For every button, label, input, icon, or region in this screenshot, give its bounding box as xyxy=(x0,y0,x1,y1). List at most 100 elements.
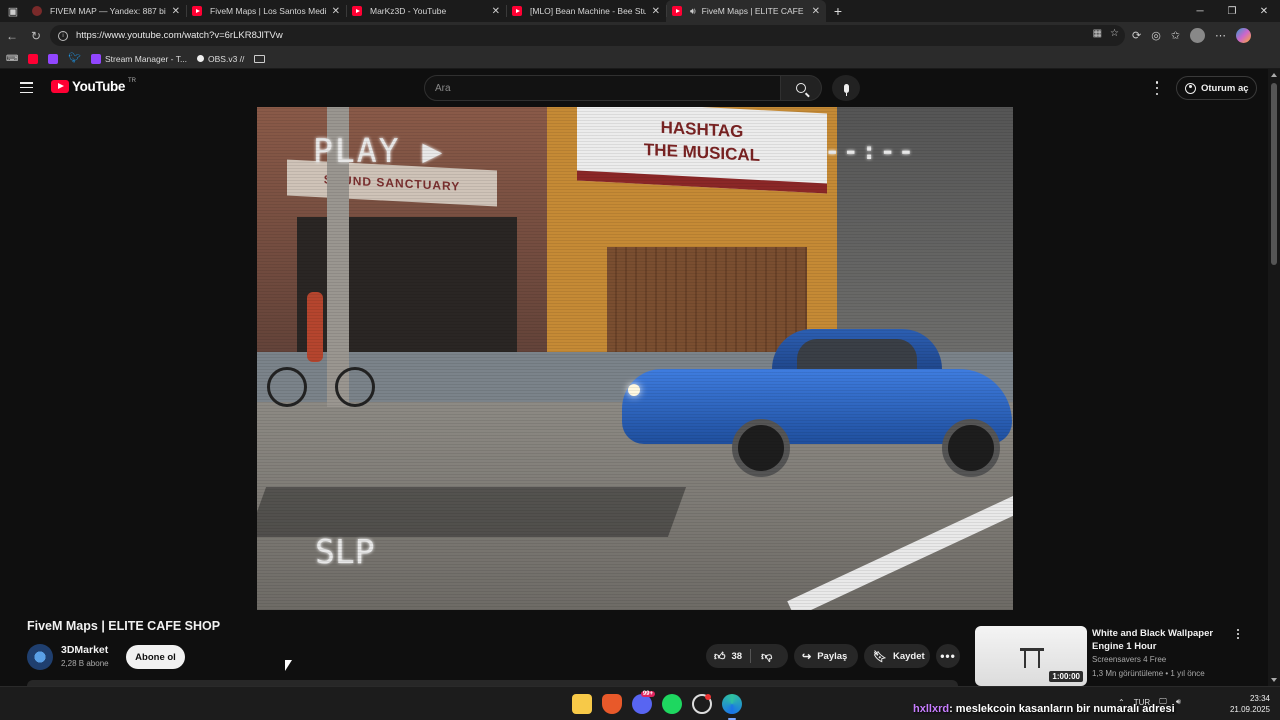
subscriber-count: 2,28 B abone xyxy=(61,659,109,668)
yandex-favicon-icon xyxy=(32,6,42,16)
bookmark-folder[interactable] xyxy=(254,54,266,63)
network-icon[interactable]: 🖵︎ xyxy=(1159,697,1167,707)
scroll-thumb[interactable] xyxy=(1271,83,1277,265)
bookmark-gamepad[interactable]: ⌨︎ xyxy=(6,53,18,64)
system-clock[interactable]: 23:34 21.09.2025 xyxy=(1228,693,1270,715)
car-wheel xyxy=(732,419,790,477)
like-dislike-group: 👍︎ 38 👎︎ xyxy=(706,644,788,668)
video-title: FiveM Maps | ELITE CAFE SHOP xyxy=(27,619,221,633)
car-window xyxy=(797,339,917,369)
tab-actions-icon[interactable]: ▣ xyxy=(0,0,26,22)
dislike-icon[interactable]: 👎︎ xyxy=(761,650,772,663)
menu-icon[interactable] xyxy=(20,82,33,93)
recommended-video-meta: 1,3 Mn görüntüleme • 1 yıl önce xyxy=(1092,669,1205,678)
reload-icon[interactable]: ↻ xyxy=(24,25,48,47)
page-scrollbar[interactable] xyxy=(1268,69,1280,686)
favorites-icon[interactable]: ✩ xyxy=(1171,29,1180,42)
recommended-video-menu-icon[interactable] xyxy=(1235,629,1241,639)
settings-more-icon[interactable]: ⋯ xyxy=(1215,29,1226,42)
url-field[interactable]: i https://www.youtube.com/watch?v=6rLKR8… xyxy=(50,25,1125,46)
profile-avatar[interactable] xyxy=(1190,28,1206,43)
close-window-icon[interactable]: ✕ xyxy=(1248,0,1280,22)
window-controls: ─ ❐ ✕ xyxy=(1184,0,1280,22)
new-tab-button[interactable]: + xyxy=(826,0,850,22)
youtube-icon xyxy=(28,53,39,64)
browser-tab-strip: ▣ FIVEM MAP — Yandex: 887 bin sonuç ✕ Fi… xyxy=(0,0,1280,22)
twitch-icon xyxy=(48,53,59,64)
restore-icon[interactable]: ❐ xyxy=(1216,0,1248,22)
close-icon[interactable]: ✕ xyxy=(332,6,340,17)
extensions-icon[interactable]: ⟳ xyxy=(1132,29,1141,42)
scroll-down-icon[interactable] xyxy=(1271,678,1277,682)
sign-in-button[interactable]: Oturum aç xyxy=(1176,76,1257,100)
torii-pillar xyxy=(1038,651,1040,668)
recommended-video-title[interactable]: White and Black Wallpaper Engine 1 Hour xyxy=(1092,627,1222,653)
chrome-dev-icon[interactable] xyxy=(692,694,712,714)
bookmark-twitch[interactable] xyxy=(48,53,59,64)
youtube-logo[interactable]: YouTube TR xyxy=(51,77,136,94)
copilot-icon[interactable] xyxy=(1236,28,1252,43)
back-icon[interactable]: ← xyxy=(0,25,24,47)
close-icon[interactable]: ✕ xyxy=(492,6,500,17)
share-button[interactable]: ↪ Paylaş xyxy=(794,644,858,668)
edge-icon[interactable] xyxy=(722,694,742,720)
settings-kebab-icon[interactable] xyxy=(1152,81,1162,95)
input-language[interactable]: TUR xyxy=(1134,698,1150,707)
site-info-icon[interactable]: i xyxy=(58,30,68,41)
youtube-logo-text: YouTube xyxy=(72,79,125,94)
like-icon[interactable]: 👍︎ xyxy=(714,650,726,663)
like-count[interactable]: 38 xyxy=(732,651,743,662)
search-button[interactable] xyxy=(781,75,822,101)
country-code: TR xyxy=(127,77,136,84)
youtube-masthead: YouTube TR Oturum aç xyxy=(0,69,1268,107)
blue-car xyxy=(622,329,1012,477)
tab-title: FiveM Maps | ELITE CAFE SHOP xyxy=(701,6,806,16)
recommended-video-thumbnail[interactable]: 1:00:00 xyxy=(975,626,1087,686)
tray-chevron-icon[interactable]: ⌃ xyxy=(1118,698,1125,707)
brave-icon[interactable] xyxy=(602,694,622,714)
omnibox-actions: ▦ ☆ xyxy=(1093,28,1119,39)
search-input[interactable] xyxy=(435,82,780,94)
bookmark-youtube[interactable] xyxy=(28,53,39,64)
chat-username: hxllxrd xyxy=(913,703,950,715)
speaker-icon[interactable]: 🔊︎ xyxy=(690,6,696,17)
car-wheel xyxy=(942,419,1000,477)
spotify-icon[interactable] xyxy=(662,694,682,714)
more-actions-button[interactable]: ••• xyxy=(936,644,960,668)
subscribe-button[interactable]: Abone ol xyxy=(126,645,185,669)
bookmark-stream-manager[interactable]: Stream Manager - T... xyxy=(90,53,187,64)
channel-name[interactable]: 3DMarket xyxy=(61,644,108,656)
address-bar: ← ↻ i https://www.youtube.com/watch?v=6r… xyxy=(0,22,1280,49)
close-icon[interactable]: ✕ xyxy=(652,6,660,17)
scroll-up-icon[interactable] xyxy=(1271,73,1277,77)
screen: ▣ FIVEM MAP — Yandex: 887 bin sonuç ✕ Fi… xyxy=(0,0,1280,720)
bicycle xyxy=(267,357,377,407)
video-player[interactable]: SOUND SANCTUARY HASHTAG THE MUSICAL PLAY… xyxy=(257,107,1013,610)
channel-avatar[interactable] xyxy=(27,644,53,670)
start-icon[interactable] xyxy=(542,694,562,714)
reader-mode-icon[interactable]: ▦ xyxy=(1093,28,1102,39)
twitch-icon xyxy=(90,53,101,64)
save-button[interactable]: 🔖︎ Kaydet xyxy=(864,644,930,668)
bookmark-twitter[interactable]: 🐦︎ xyxy=(68,53,81,64)
favorite-star-icon[interactable]: ☆ xyxy=(1110,28,1119,39)
marquee-line-2: THE MUSICAL xyxy=(643,139,761,166)
browser-essentials-icon[interactable]: ◎ xyxy=(1151,29,1161,42)
file-explorer-icon[interactable] xyxy=(572,694,592,714)
recommended-video-channel[interactable]: Screensavers 4 Free xyxy=(1092,655,1166,664)
close-icon[interactable]: ✕ xyxy=(172,6,180,17)
close-icon[interactable]: ✕ xyxy=(812,6,820,17)
tab-elite-cafe-shop[interactable]: 🔊︎ FiveM Maps | ELITE CAFE SHOP ✕ xyxy=(666,0,826,22)
discord-icon[interactable]: 99+ xyxy=(632,691,655,714)
volume-icon[interactable]: 🔊︎ xyxy=(1176,697,1181,707)
tab-title: [MLO] Bean Machine - Bee Studio xyxy=(530,6,646,16)
tab-bean-machine[interactable]: [MLO] Bean Machine - Bee Studio ✕ xyxy=(506,0,666,22)
tab-los-santos-medical[interactable]: FiveM Maps | Los Santos Medical ✕ xyxy=(186,0,346,22)
voice-search-button[interactable] xyxy=(832,75,860,101)
user-icon xyxy=(1185,82,1196,94)
bookmark-obs[interactable]: OBS.v3 // xyxy=(197,54,244,64)
save-label: Kaydet xyxy=(892,650,925,662)
tab-yandex[interactable]: FIVEM MAP — Yandex: 887 bin sonuç ✕ xyxy=(26,0,186,22)
tab-markz3d[interactable]: MarKz3D - YouTube ✕ xyxy=(346,0,506,22)
minimize-icon[interactable]: ─ xyxy=(1184,0,1216,22)
